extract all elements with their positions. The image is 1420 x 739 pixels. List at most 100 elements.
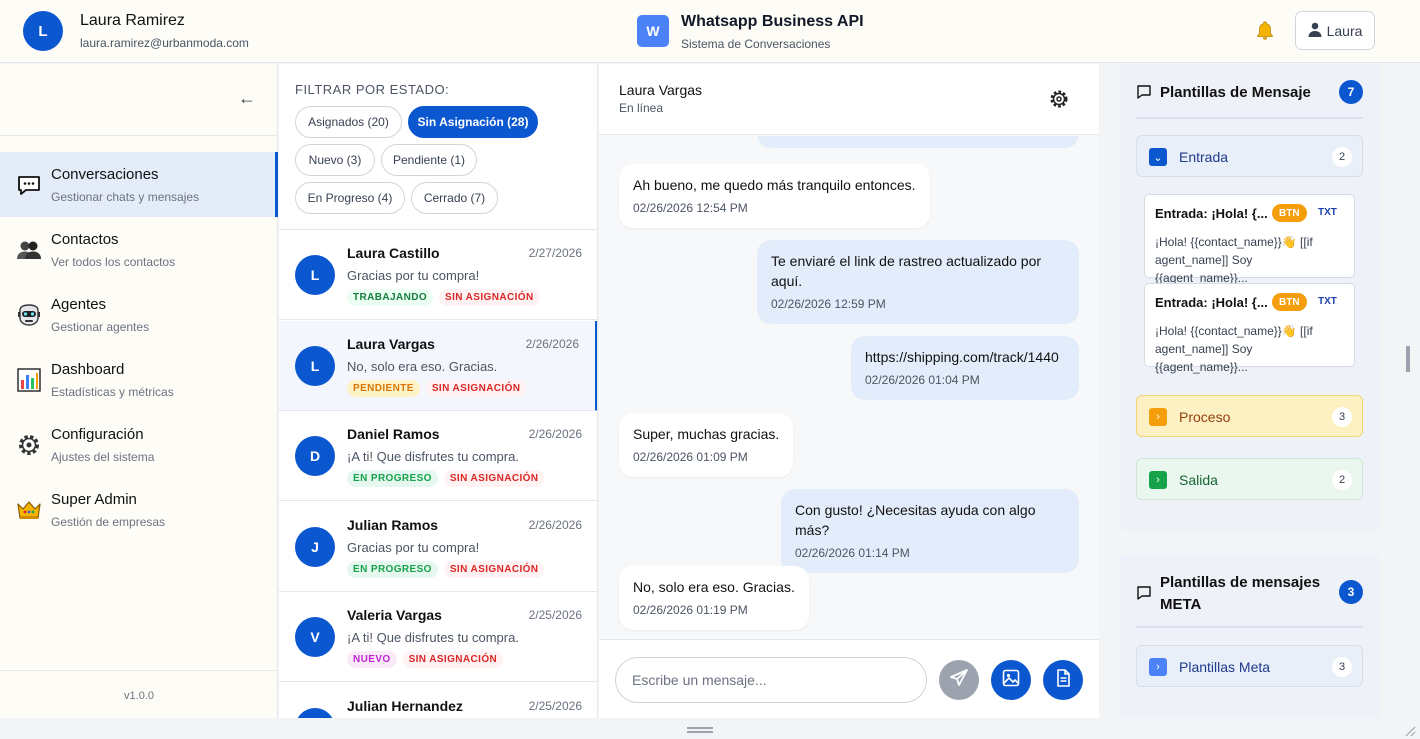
text-type-badge: TXT [1318, 296, 1337, 307]
nav-sublabel: Ajustes del sistema [51, 450, 155, 464]
profile-label: Laura [1326, 22, 1363, 39]
template-title: Entrada: ¡Hola! {... [1155, 206, 1268, 221]
app-version: v1.0.0 [124, 690, 154, 702]
brand-logo: W [637, 15, 669, 47]
contact-name: Julian Ramos [347, 517, 439, 533]
user-icon [1308, 22, 1322, 40]
resize-handle[interactable] [687, 727, 713, 733]
chat-panel: Laura Vargas En línea Ah bueno, me quedo… [599, 64, 1099, 718]
conversation-item[interactable]: L Laura Castillo 2/27/2026 Gracias por t… [279, 230, 597, 320]
attach-image-button[interactable] [991, 660, 1031, 700]
send-button[interactable] [939, 660, 979, 700]
user-avatar[interactable]: L [23, 11, 63, 51]
image-icon [1001, 668, 1021, 693]
conversation-date: 2/27/2026 [528, 246, 582, 260]
contact-avatar: J [295, 527, 335, 567]
divider [1136, 626, 1363, 628]
sidebar-item-configuracion[interactable]: Configuración Ajustes del sistema [0, 412, 278, 477]
assignment-badge: SIN ASIGNACIÓN [439, 289, 540, 306]
outgoing-message: Con gusto! ¿Necesitas ayuda con algo más… [781, 489, 1079, 573]
message-time: 02/26/2026 01:14 PM [795, 546, 910, 560]
conversation-date: 2/25/2026 [528, 699, 582, 713]
sidebar-footer: v1.0.0 [0, 670, 278, 718]
side-resize-handle[interactable] [1406, 346, 1410, 372]
template-item[interactable]: Entrada: ¡Hola! {... BTN TXT ¡Hola! {{co… [1144, 194, 1355, 285]
attach-document-button[interactable] [1043, 660, 1083, 700]
message-time: 02/26/2026 01:09 PM [633, 450, 748, 464]
filter-chip-nuevo[interactable]: Nuevo (3) [295, 144, 375, 176]
incoming-message: Ah bueno, me quedo más tranquilo entonce… [619, 164, 930, 228]
status-badge: TRABAJANDO [347, 289, 433, 306]
template-item[interactable]: Entrada: ¡Hola! {... BTN TXT ¡Hola! {{co… [1144, 283, 1355, 374]
section-plantillas-meta[interactable]: › Plantillas Meta 3 [1136, 645, 1363, 687]
filter-chip-asignados[interactable]: Asignados (20) [295, 106, 402, 138]
chat-header: Laura Vargas En línea [599, 64, 1099, 135]
button-type-badge: BTN [1272, 293, 1307, 311]
bell-icon[interactable] [1254, 20, 1276, 42]
message-text[interactable]: https://shipping.com/track/1440 [865, 347, 1065, 367]
app-header: L Laura Ramirez laura.ramirez@urbanmoda.… [0, 0, 1420, 63]
robot-icon [16, 302, 42, 328]
sidebar-item-dashboard[interactable]: Dashboard Estadísticas y métricas [0, 347, 278, 412]
conversation-item[interactable]: V Valeria Vargas 2/25/2026 ¡A ti! Que di… [279, 592, 597, 682]
user-email: laura.ramirez@urbanmoda.com [80, 36, 249, 50]
divider [1136, 117, 1363, 119]
filter-chip-pendiente[interactable]: Pendiente (1) [381, 144, 477, 176]
section-count: 2 [1332, 470, 1352, 490]
people-icon [16, 237, 42, 263]
contact-avatar: V [295, 617, 335, 657]
chevron-right-icon: › [1149, 471, 1167, 489]
document-icon [1053, 668, 1073, 693]
message-input[interactable] [615, 657, 927, 703]
profile-button[interactable]: Laura [1295, 11, 1375, 50]
message-text: Con gusto! ¿Necesitas ayuda con algo más… [795, 502, 1036, 538]
status-badge: PENDIENTE [347, 380, 420, 397]
message-list[interactable]: Ah bueno, me quedo más tranquilo entonce… [599, 136, 1099, 639]
message-text: No, solo era eso. Gracias. [633, 579, 795, 595]
filter-chip-cerrado[interactable]: Cerrado (7) [411, 182, 498, 214]
sidebar-item-contactos[interactable]: Contactos Ver todos los contactos [0, 217, 278, 282]
templates-panel: Plantillas de Mensaje 7 ⌄ Entrada 2 Entr… [1100, 64, 1400, 718]
section-entrada[interactable]: ⌄ Entrada 2 [1136, 135, 1363, 177]
section-salida[interactable]: › Salida 2 [1136, 458, 1363, 500]
contact-name: Laura Vargas [347, 336, 435, 352]
assignment-badge: SIN ASIGNACIÓN [443, 470, 545, 487]
conversation-item[interactable]: J Julian Ramos 2/26/2026 Gracias por tu … [279, 502, 597, 592]
message-composer [599, 639, 1099, 718]
contact-name: Daniel Ramos [347, 426, 440, 442]
user-name: Laura Ramirez [80, 12, 185, 29]
nav-label: Conversaciones [51, 166, 159, 183]
conversation-list-panel: FILTRAR POR ESTADO: Asignados (20) Sin A… [279, 64, 598, 718]
chevron-down-icon: ⌄ [1149, 148, 1167, 166]
app-subtitle: Sistema de Conversaciones [681, 37, 831, 51]
sidebar-item-super-admin[interactable]: Super Admin Gestión de empresas [0, 477, 278, 542]
section-count: 2 [1332, 147, 1352, 167]
nav-label: Dashboard [51, 361, 125, 378]
status-badge: EN PROGRESO [347, 470, 438, 487]
sidebar-item-agentes[interactable]: Agentes Gestionar agentes [0, 282, 278, 347]
template-title: Entrada: ¡Hola! {... [1155, 295, 1268, 310]
outgoing-message-partial [757, 136, 1079, 148]
outgoing-message: https://shipping.com/track/1440 02/26/20… [851, 336, 1079, 400]
filter-chip-sin-asignacion[interactable]: Sin Asignación (28) [408, 106, 538, 138]
section-label: Salida [1179, 472, 1218, 488]
conversation-item[interactable]: J Julian Hernandez 2/25/2026 [279, 683, 597, 718]
section-proceso[interactable]: › Proceso 3 [1136, 395, 1363, 437]
conversation-item[interactable]: D Daniel Ramos 2/26/2026 ¡A ti! Que disf… [279, 411, 597, 501]
contact-name: Julian Hernandez [347, 698, 463, 714]
template-count-badge: 7 [1339, 80, 1363, 104]
assignment-badge: SIN ASIGNACIÓN [425, 380, 527, 397]
contact-avatar: J [295, 708, 335, 718]
section-count: 3 [1332, 657, 1352, 677]
chevron-right-icon: › [1149, 658, 1167, 676]
collapse-sidebar-icon[interactable]: ← [238, 88, 256, 109]
gear-icon[interactable] [1049, 89, 1069, 109]
conversation-item[interactable]: L Laura Vargas 2/26/2026 No, solo era es… [279, 321, 597, 411]
nav-label: Contactos [51, 231, 119, 248]
filter-chip-en-progreso[interactable]: En Progreso (4) [295, 182, 405, 214]
message-text: Super, muchas gracias. [633, 426, 780, 442]
sidebar-item-conversaciones[interactable]: Conversaciones Gestionar chats y mensaje… [0, 152, 278, 217]
incoming-message: Super, muchas gracias. 02/26/2026 01:09 … [619, 413, 794, 477]
nav-label: Super Admin [51, 491, 137, 508]
corner-resize-icon[interactable] [1404, 724, 1416, 737]
